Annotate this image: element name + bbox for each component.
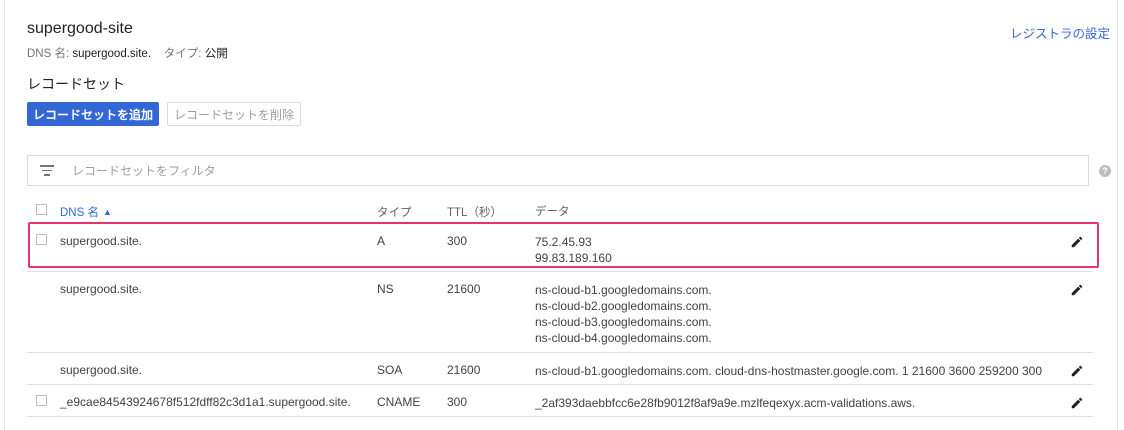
record-ttl: 300 xyxy=(447,395,468,409)
edit-pencil-icon[interactable] xyxy=(1070,235,1084,249)
record-type: SOA xyxy=(377,363,403,377)
filter-bar[interactable] xyxy=(27,155,1089,186)
record-type: NS xyxy=(377,282,394,296)
filter-icon xyxy=(40,165,54,176)
row-checkbox[interactable] xyxy=(36,395,47,406)
table-row[interactable]: supergood.site. A 300 75.2.45.93 99.83.1… xyxy=(27,224,1093,272)
record-data: ns-cloud-b1.googledomains.com. cloud-dns… xyxy=(535,363,1042,379)
zone-type-label: タイプ: xyxy=(163,48,202,60)
data-column-header: データ xyxy=(535,206,570,218)
dns-name-header-label: DNS 名 xyxy=(60,207,99,219)
record-name: supergood.site. xyxy=(60,282,143,296)
row-checkbox[interactable] xyxy=(36,234,47,245)
table-header: DNS 名 ▲ タイプ TTL（秒） データ xyxy=(27,196,1093,224)
edit-pencil-icon[interactable] xyxy=(1070,364,1084,378)
record-data-line: ns-cloud-b3.googledomains.com. xyxy=(535,315,712,329)
table-row[interactable]: supergood.site. NS 21600 ns-cloud-b1.goo… xyxy=(27,272,1093,353)
delete-record-set-button[interactable]: レコードセットを削除 xyxy=(167,102,302,126)
left-panel-border xyxy=(4,0,5,430)
record-name: supergood.site. xyxy=(60,234,143,248)
table-row[interactable]: supergood.site. SOA 21600 ns-cloud-b1.go… xyxy=(27,353,1093,385)
type-column-header: タイプ xyxy=(377,207,412,219)
record-data-line: ns-cloud-b2.googledomains.com. xyxy=(535,299,712,313)
record-ttl: 21600 xyxy=(447,363,481,377)
record-sets-table: DNS 名 ▲ タイプ TTL（秒） データ supergood.site. A … xyxy=(27,196,1093,417)
record-ttl: 300 xyxy=(447,234,468,248)
record-name: supergood.site. xyxy=(60,363,143,377)
record-type: A xyxy=(377,234,386,248)
record-type: CNAME xyxy=(377,395,421,409)
zone-meta: DNS 名: supergood.site. タイプ: 公開 xyxy=(27,45,228,61)
record-data: 75.2.45.93 99.83.189.160 xyxy=(535,234,612,266)
ttl-column-header: TTL（秒） xyxy=(447,207,502,219)
record-sets-heading: レコードセット xyxy=(27,76,125,92)
dns-name-label: DNS 名: xyxy=(27,48,70,60)
registrar-settings-link[interactable]: レジストラの設定 xyxy=(1010,23,1110,42)
record-data-line: 75.2.45.93 xyxy=(535,235,592,249)
right-panel-border xyxy=(1117,0,1118,430)
record-data-line: 99.83.189.160 xyxy=(535,251,612,265)
help-icon[interactable]: ? xyxy=(1099,165,1111,177)
record-data: ns-cloud-b1.googledomains.com. ns-cloud-… xyxy=(535,282,712,346)
dns-name-value: supergood.site. xyxy=(72,48,152,60)
record-data-line: ns-cloud-b4.googledomains.com. xyxy=(535,331,712,345)
edit-pencil-icon[interactable] xyxy=(1070,283,1084,297)
record-name: _e9cae84543924678f512fdff82c3d1a1.superg… xyxy=(60,395,351,409)
sort-ascending-icon: ▲ xyxy=(102,207,112,217)
record-ttl: 21600 xyxy=(447,282,481,296)
filter-input[interactable] xyxy=(70,162,974,179)
zone-title: supergood-site xyxy=(27,20,133,37)
table-row[interactable]: _e9cae84543924678f512fdff82c3d1a1.superg… xyxy=(27,385,1093,417)
record-data: _2af393daebbfcc6e28fb9012f8af9a9e.mzlfeq… xyxy=(535,395,915,411)
record-data-line: ns-cloud-b1.googledomains.com. xyxy=(535,283,712,297)
select-all-checkbox[interactable] xyxy=(36,204,47,215)
add-record-set-button[interactable]: レコードセットを追加 xyxy=(27,102,160,126)
dns-name-column-header[interactable]: DNS 名 ▲ xyxy=(60,204,112,220)
record-data-line: ns-cloud-b1.googledomains.com. cloud-dns… xyxy=(535,364,1042,378)
record-data-line: _2af393daebbfcc6e28fb9012f8af9a9e.mzlfeq… xyxy=(535,396,916,410)
edit-pencil-icon[interactable] xyxy=(1070,396,1084,410)
zone-type-value: 公開 xyxy=(204,48,228,60)
